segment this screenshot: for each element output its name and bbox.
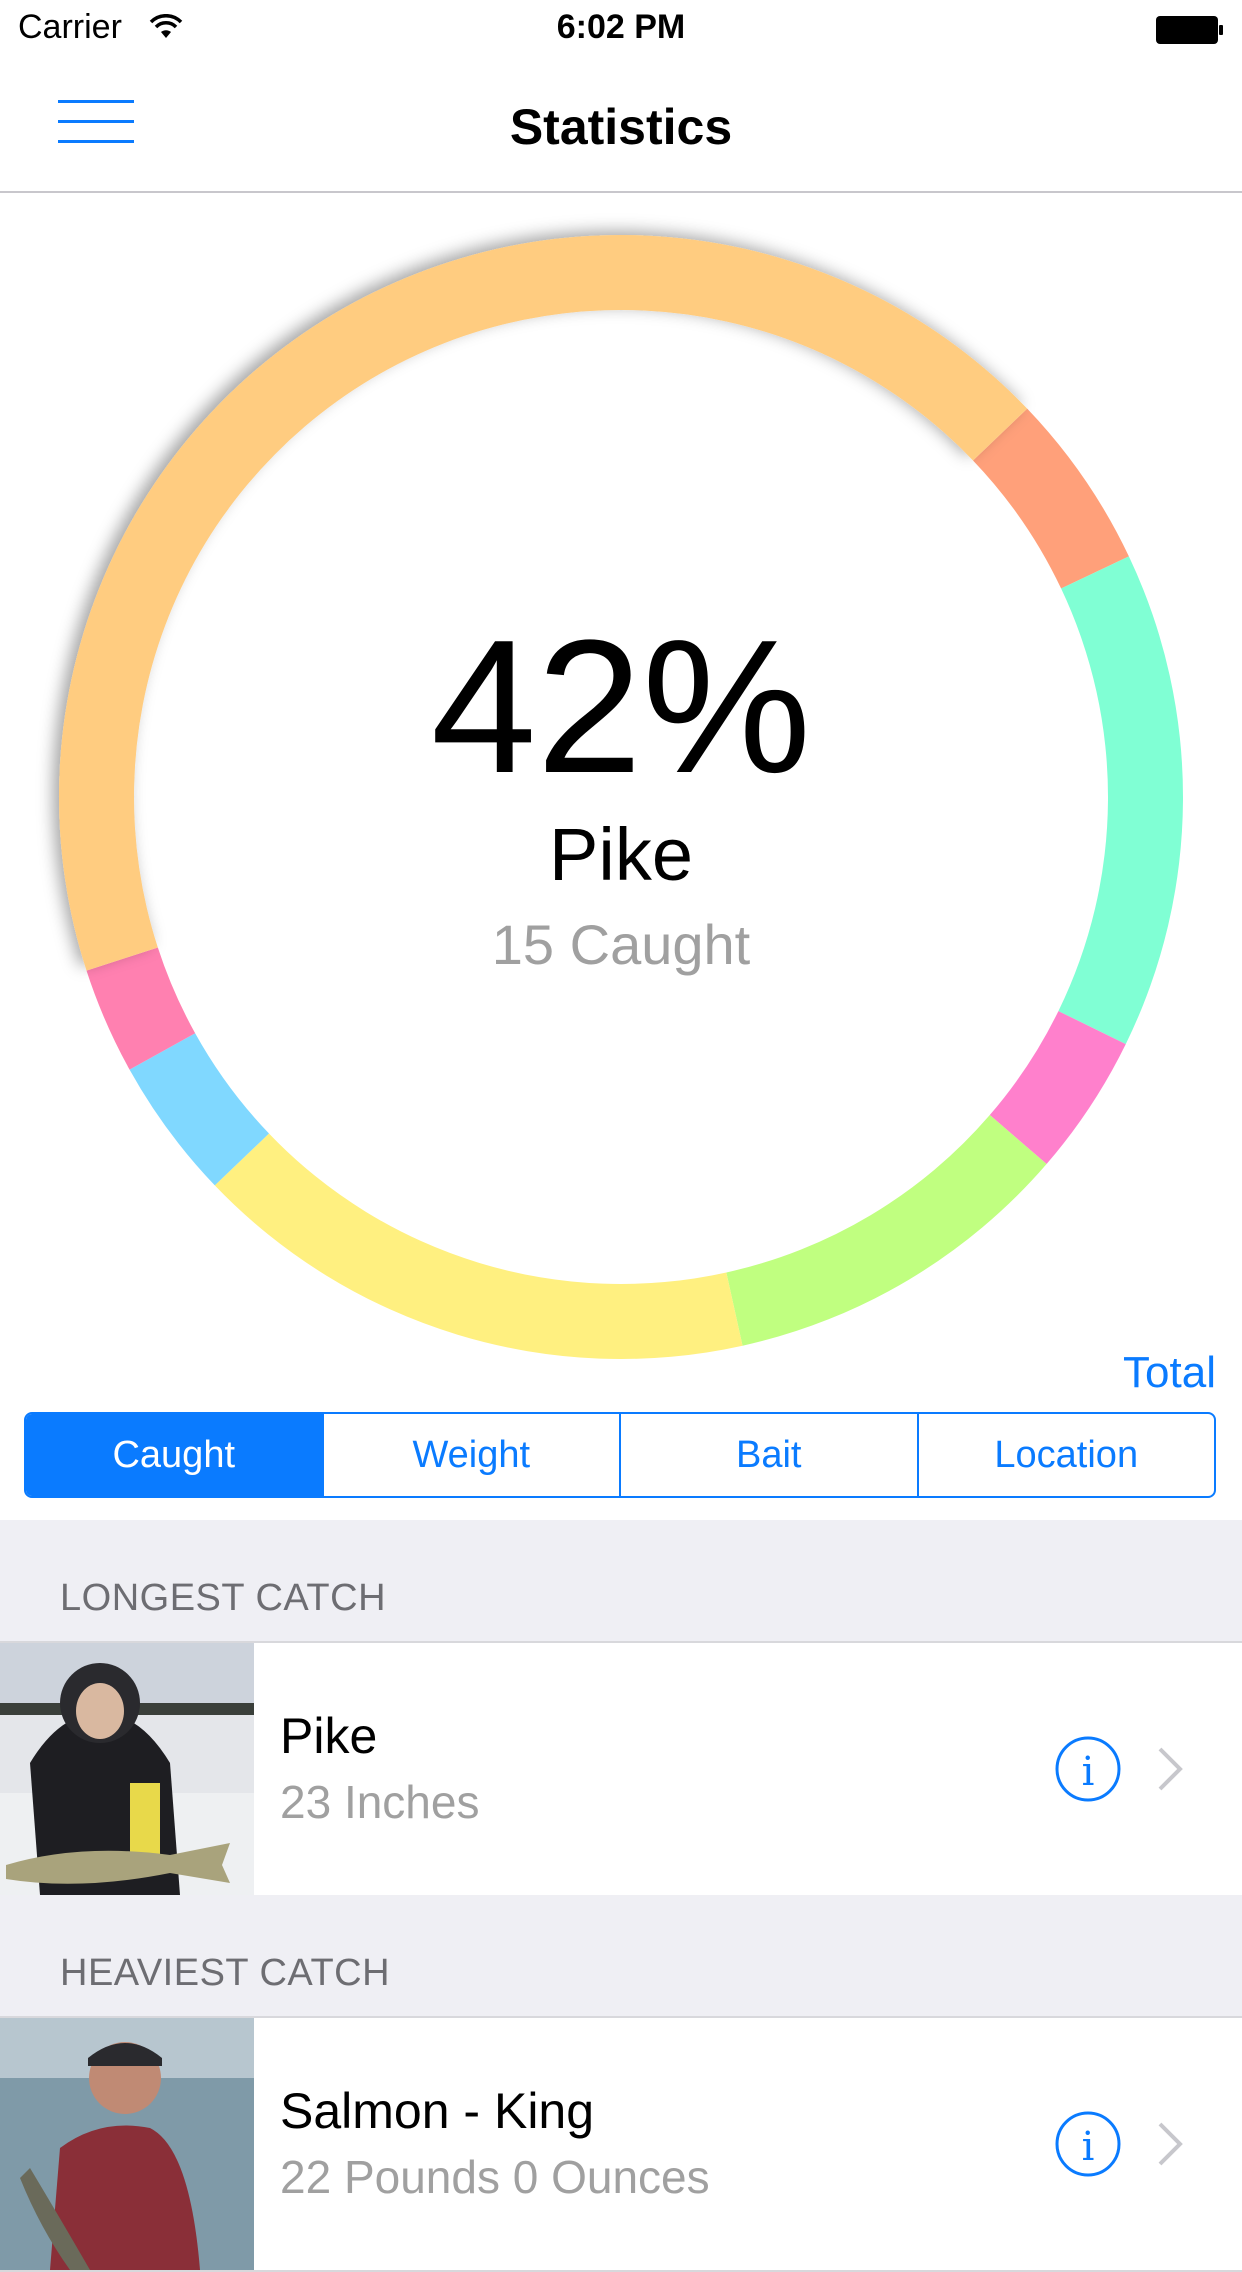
svg-text:i: i: [1082, 2124, 1095, 2170]
segment-weight[interactable]: Weight: [324, 1414, 621, 1496]
svg-text:i: i: [1082, 1749, 1095, 1795]
catch-photo-salmon: [0, 2018, 254, 2270]
info-icon[interactable]: i: [1054, 1735, 1122, 1803]
battery-icon: [1156, 16, 1223, 44]
longest-catch-row[interactable]: Pike 23 Inches i: [0, 1641, 1242, 1897]
chevron-right-icon: [1158, 2122, 1183, 2166]
heaviest-catch-header: HEAVIEST CATCH: [0, 1895, 1242, 2017]
catch-photo-pike: [0, 1643, 254, 1895]
page-title: Statistics: [509, 99, 733, 155]
catch-species: Pike: [280, 1708, 378, 1764]
chevron-right-icon: [1158, 1747, 1183, 1791]
navigation-bar: Statistics: [0, 62, 1242, 193]
segment-bait[interactable]: Bait: [621, 1414, 919, 1496]
catch-detail: 23 Inches: [280, 1776, 480, 1828]
stat-type-segmented-control: Caught Weight Bait Location: [24, 1412, 1216, 1498]
segment-caught[interactable]: Caught: [26, 1414, 324, 1496]
heaviest-catch-row[interactable]: Salmon - King 22 Pounds 0 Ounces i: [0, 2016, 1242, 2272]
catch-detail: 22 Pounds 0 Ounces: [280, 2151, 710, 2203]
catch-species: Salmon - King: [280, 2083, 595, 2139]
info-icon[interactable]: i: [1054, 2110, 1122, 2178]
longest-catch-header: LONGEST CATCH: [0, 1520, 1242, 1642]
section-title: LONGEST CATCH: [60, 1577, 387, 1619]
donut-slice-5[interactable]: [214, 1133, 743, 1359]
selected-percent: 42%: [430, 601, 812, 813]
status-bar: Carrier 6:02 PM: [0, 0, 1242, 62]
total-button[interactable]: Total: [1123, 1348, 1216, 1398]
selected-species: Pike: [549, 813, 693, 896]
segment-location[interactable]: Location: [919, 1414, 1215, 1496]
donut-chart[interactable]: 42% Pike 15 Caught: [0, 192, 1242, 1362]
section-title: HEAVIEST CATCH: [60, 1952, 391, 1994]
status-time: 6:02 PM: [556, 8, 686, 46]
selected-count: 15 Caught: [491, 913, 751, 976]
donut-slice-4[interactable]: [726, 1115, 1047, 1346]
